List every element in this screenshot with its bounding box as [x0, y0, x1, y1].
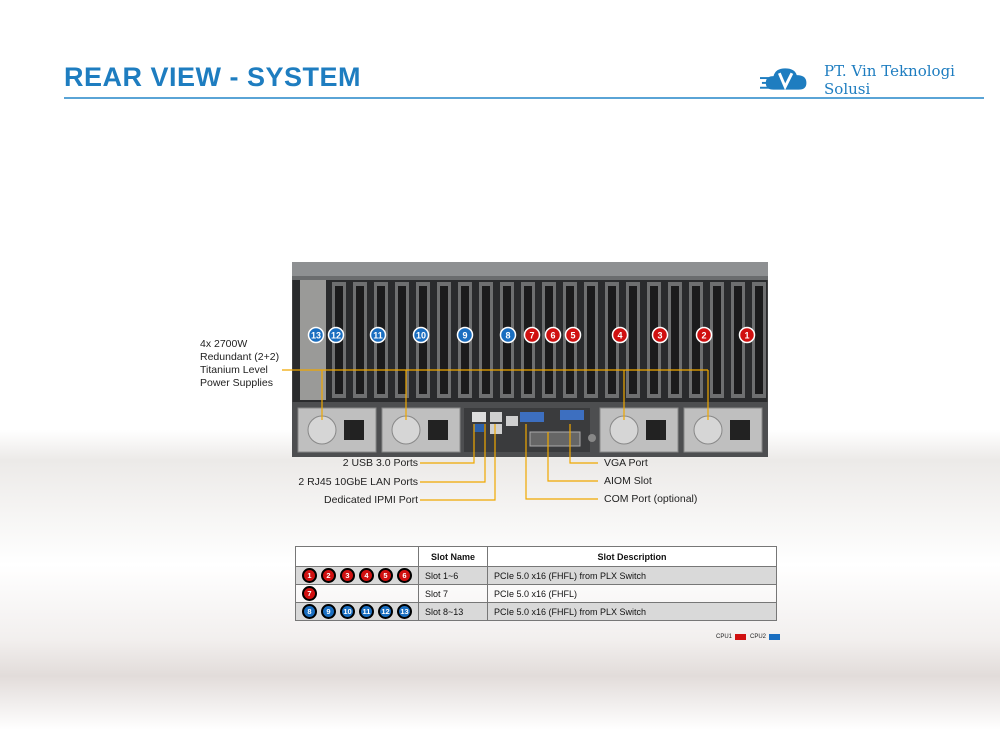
slot-name-cell: Slot 1~6: [418, 566, 488, 585]
slot-badges-cell: 7: [295, 584, 419, 603]
slot-number-badge: 1: [302, 568, 317, 583]
slot-name-cell: Slot 8~13: [418, 602, 488, 621]
legend-cpu1-swatch: [735, 634, 747, 640]
legend-cpu1-label: CPU1: [716, 634, 733, 640]
usb-callout: 2 USB 3.0 Ports: [342, 457, 418, 469]
slot-description-cell: PCIe 5.0 x16 (FHFL) from PLX Switch: [487, 566, 777, 585]
slot-badge-group: 7: [302, 586, 412, 601]
callout-leader-lines: [282, 369, 709, 501]
slot-badge-group: 123456: [302, 568, 412, 583]
table-row: 1 2 3 4 5 6 Slot 1~6 PCIe 5.0 x16 (FHFL) from P…: [295, 566, 777, 585]
table-row: 8 9 10 11 12 13 Slot 8~13 PCIe 5.0 x16 (FHFL) f…: [295, 602, 777, 621]
slot-badge-group: 8 9 10 11 12 13: [302, 604, 412, 619]
slot-badges-cell: 123456: [295, 566, 419, 585]
slot-description-cell: PCIe 5.0 x16 (FHFL) from PLX Switch: [487, 602, 777, 621]
table-header-badges: [295, 546, 419, 567]
slot-number-badge: 7: [302, 586, 317, 601]
table-header-slot-name: Slot Name: [418, 546, 488, 567]
slot-number-badge: 9: [321, 604, 336, 619]
slot-table: Slot Name Slot Description 1 2 3 4 5 6 Slot 1~…: [295, 546, 777, 621]
cpu-legend: CPU1 CPU2: [716, 634, 784, 640]
slot-number-badge: 10: [340, 604, 355, 619]
slot-number-badge: 6: [397, 568, 412, 583]
slot-name-cell: Slot 7: [418, 584, 488, 603]
slot-number-badge: 11: [359, 604, 374, 619]
slot-number-badge: 3: [340, 568, 355, 583]
table-row: 7 Slot 7 PCIe 5.0 x16 (FHFL): [295, 584, 777, 603]
slot-number-badge: 5: [378, 568, 393, 583]
psu-callout: 4x 2700W Redundant (2+2) Titanium Level …: [200, 338, 280, 389]
table-header-row: Slot Name Slot Description: [295, 546, 777, 567]
vga-callout: VGA Port: [604, 457, 648, 469]
slot-number-badge: 4: [359, 568, 374, 583]
slot-number-badge: 12: [378, 604, 393, 619]
slot-number-badge: 13: [397, 604, 412, 619]
legend-cpu2-swatch: [769, 634, 781, 640]
aiom-callout: AIOM Slot: [604, 475, 652, 487]
slot-number-badge: 2: [321, 568, 336, 583]
table-header-slot-description: Slot Description: [487, 546, 777, 567]
legend-cpu2-label: CPU2: [750, 634, 767, 640]
slot-description-cell: PCIe 5.0 x16 (FHFL): [487, 584, 777, 603]
slot-number-badge: 8: [302, 604, 317, 619]
lan-callout: 2 RJ45 10GbE LAN Ports: [298, 476, 418, 488]
ipmi-callout: Dedicated IPMI Port: [324, 494, 418, 506]
slot-badges-cell: 8 9 10 11 12 13: [295, 602, 419, 621]
com-callout: COM Port (optional): [604, 493, 698, 505]
